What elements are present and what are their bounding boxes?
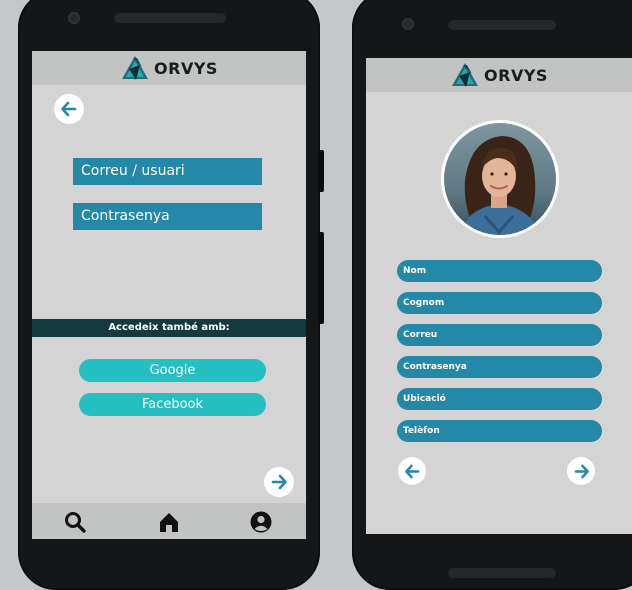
nav-profile-button[interactable] bbox=[249, 510, 273, 534]
arrow-left-icon bbox=[61, 101, 77, 117]
bottom-nav bbox=[32, 503, 306, 539]
logo-icon bbox=[122, 56, 149, 80]
password-input[interactable]: Contrasenya bbox=[73, 203, 262, 230]
user-input[interactable]: Correu / usuari bbox=[73, 158, 262, 185]
facebook-login-button[interactable]: Facebook bbox=[79, 393, 266, 416]
user-icon bbox=[250, 511, 272, 533]
login-screen: ORVYS Correu / usuari Contrasenya Accede… bbox=[32, 51, 306, 539]
speaker bbox=[114, 13, 226, 23]
logo-icon bbox=[452, 63, 479, 87]
phone-field[interactable]: Telèfon bbox=[397, 420, 602, 442]
arrow-left-icon bbox=[404, 464, 419, 478]
next-button[interactable] bbox=[567, 457, 595, 485]
camera bbox=[402, 18, 414, 30]
arrow-right-icon bbox=[574, 464, 589, 478]
brand-name: ORVYS bbox=[484, 65, 548, 85]
google-login-button[interactable]: Google bbox=[79, 359, 266, 382]
alt-login-label: Accedeix també amb: bbox=[32, 319, 306, 337]
back-button[interactable] bbox=[54, 94, 84, 124]
profile-avatar[interactable] bbox=[441, 120, 559, 238]
app-header: ORVYS bbox=[32, 51, 306, 85]
next-button[interactable] bbox=[264, 467, 294, 497]
app-header: ORVYS bbox=[366, 58, 632, 92]
brand-name: ORVYS bbox=[154, 58, 218, 78]
brand-logo: ORVYS bbox=[120, 55, 218, 81]
power-button bbox=[318, 232, 324, 324]
arrow-right-icon bbox=[271, 474, 287, 490]
volume-button bbox=[318, 150, 324, 192]
email-field[interactable]: Correu bbox=[397, 324, 602, 346]
nav-search-button[interactable] bbox=[63, 510, 87, 534]
avatar-photo bbox=[444, 123, 556, 235]
nav-home-button[interactable] bbox=[157, 510, 181, 534]
surname-field[interactable]: Cognom bbox=[397, 292, 602, 314]
location-field[interactable]: Ubicació bbox=[397, 388, 602, 410]
camera bbox=[68, 12, 80, 24]
search-icon bbox=[65, 512, 86, 533]
profile-screen: ORVYS Nom Cognom Correu Contrasenya Ubic… bbox=[366, 58, 632, 534]
bottom-speaker bbox=[448, 568, 556, 578]
name-field[interactable]: Nom bbox=[397, 260, 602, 282]
back-button[interactable] bbox=[398, 457, 426, 485]
brand-logo: ORVYS bbox=[450, 62, 548, 88]
password-field[interactable]: Contrasenya bbox=[397, 356, 602, 378]
speaker bbox=[448, 20, 556, 30]
home-icon bbox=[160, 513, 178, 532]
